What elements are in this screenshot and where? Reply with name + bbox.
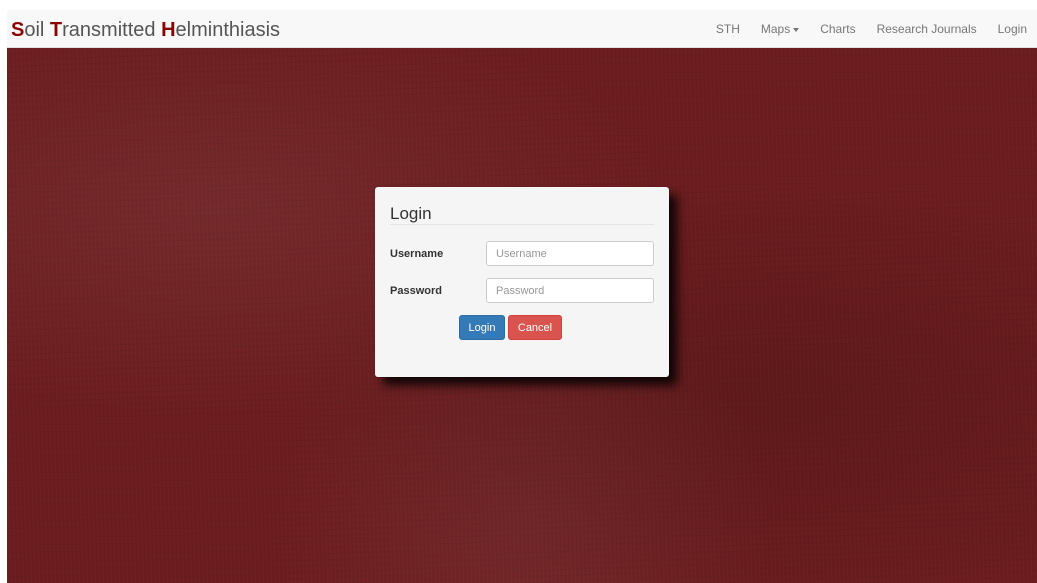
nav-item-maps-label: Maps xyxy=(760,22,791,36)
modal-title: Login xyxy=(390,204,432,223)
brand-letter-t: T xyxy=(49,19,63,41)
brand-letter-s: S xyxy=(11,19,25,41)
nav-menu: STH Maps Charts Research Journals Login xyxy=(703,10,1037,48)
username-label: Username xyxy=(390,248,444,260)
app-frame: Soil Transmitted Helminthiasis STH Maps … xyxy=(7,10,1037,583)
nav-item-maps[interactable]: Maps xyxy=(753,22,807,36)
cancel-button[interactable]: Cancel xyxy=(508,315,562,340)
nav-item-charts[interactable]: Charts xyxy=(812,22,863,36)
brand-word-soil: oil xyxy=(24,19,50,41)
password-label: Password xyxy=(390,285,442,297)
top-navbar: Soil Transmitted Helminthiasis STH Maps … xyxy=(7,10,1037,48)
username-input[interactable] xyxy=(486,241,654,266)
password-input[interactable] xyxy=(486,278,654,303)
brand-word-helminthiasis: elminthiasis xyxy=(175,19,281,41)
login-button[interactable]: Login xyxy=(459,315,505,340)
login-modal: Login Username Password Login Cancel xyxy=(375,187,669,377)
modal-divider xyxy=(390,224,654,225)
nav-item-login[interactable]: Login xyxy=(990,22,1037,36)
nav-item-research-journals[interactable]: Research Journals xyxy=(869,22,985,36)
brand-letter-h: H xyxy=(161,19,176,41)
brand-title[interactable]: Soil Transmitted Helminthiasis xyxy=(11,19,280,41)
caret-down-icon xyxy=(793,27,800,32)
nav-item-sth[interactable]: STH xyxy=(708,22,748,36)
brand-word-transmitted: ransmitted xyxy=(62,19,162,41)
page-background: Login Username Password Login Cancel xyxy=(7,48,1037,583)
